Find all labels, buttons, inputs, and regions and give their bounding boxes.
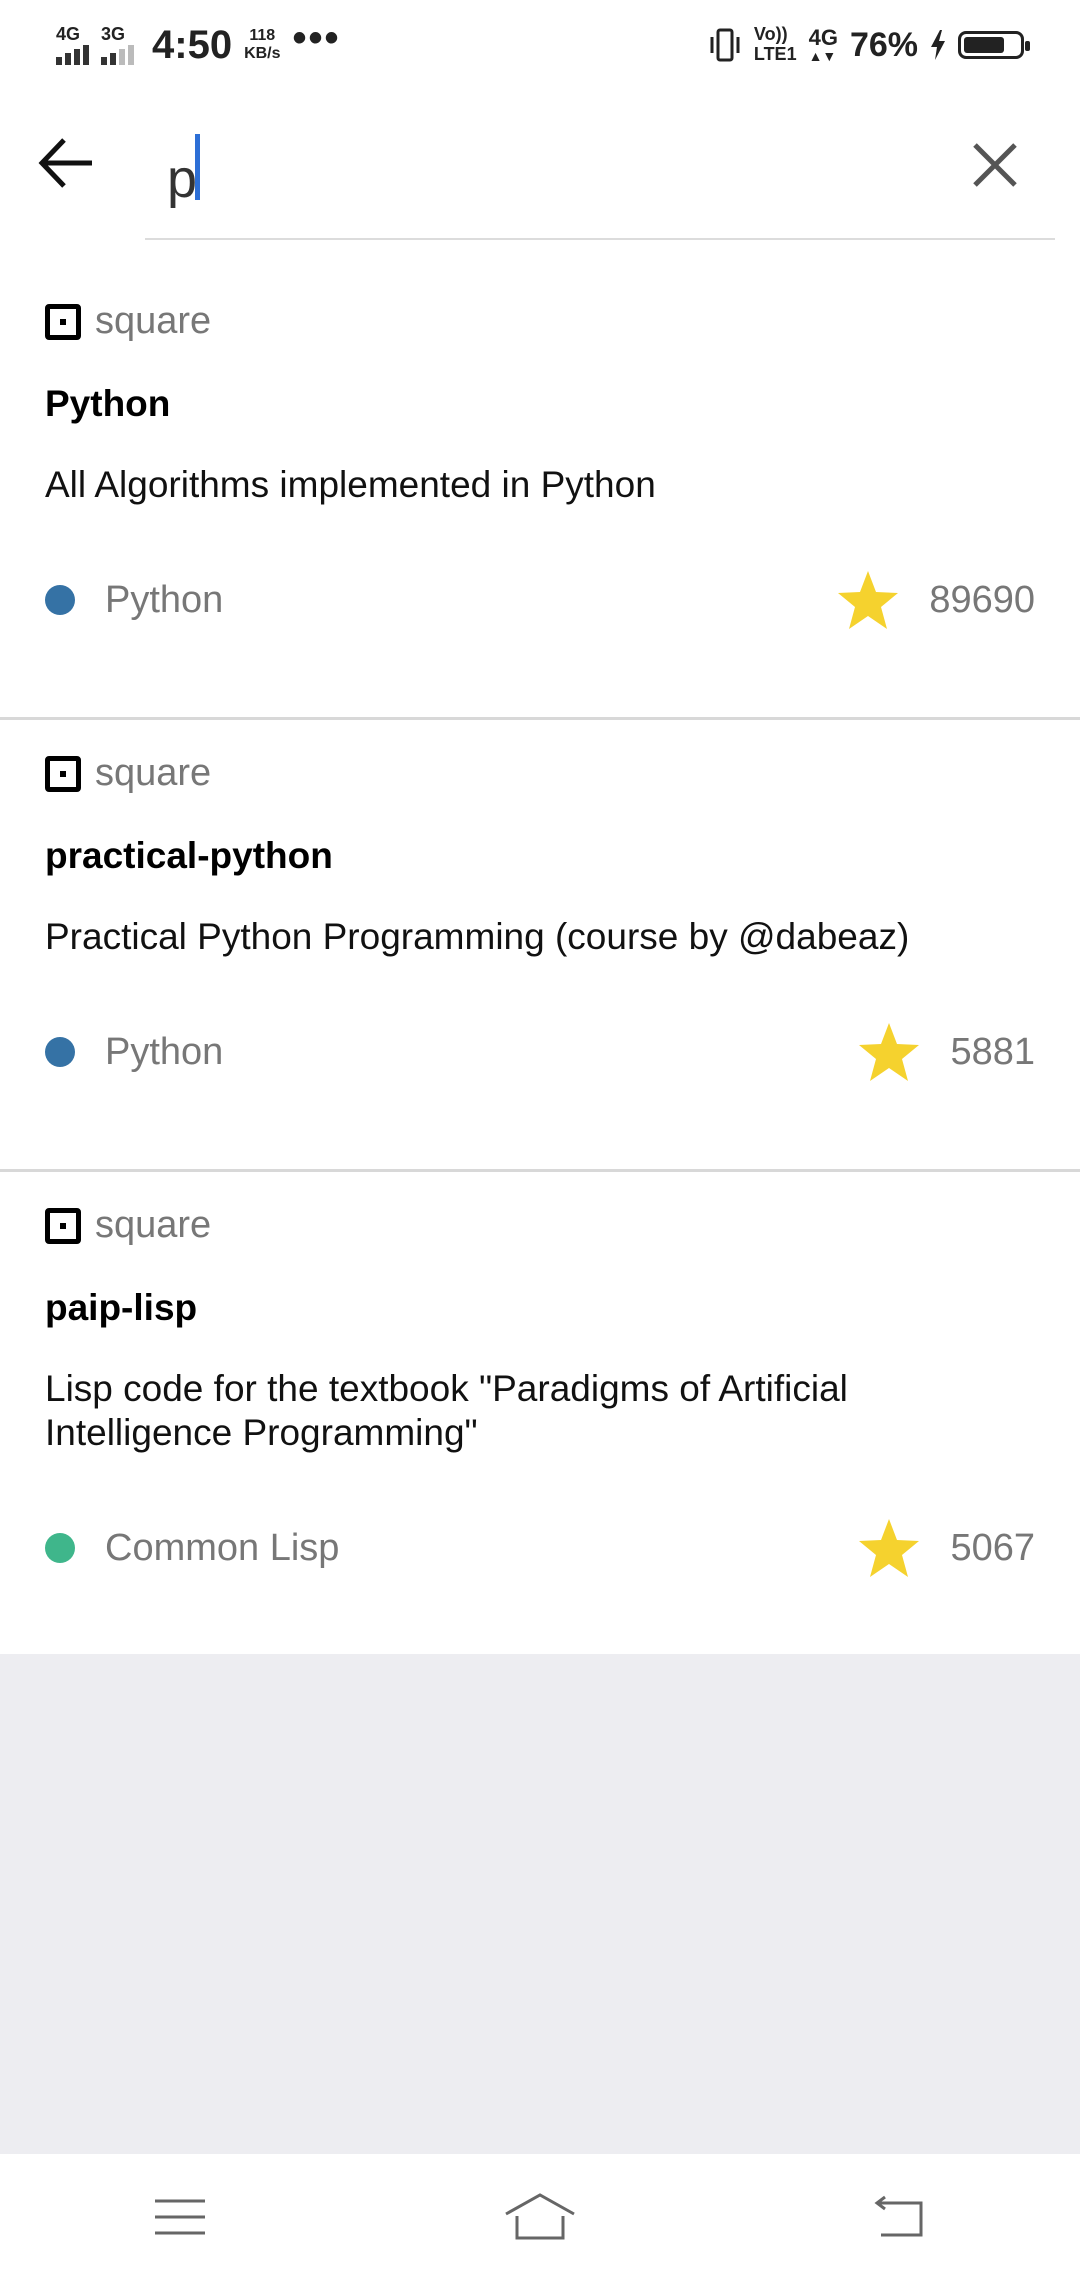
status-right: Vo)) LTE1 4G ▲▼ 76% [708,24,1030,65]
nav-back-button[interactable] [860,2187,940,2247]
signal-bars-icon [56,43,89,65]
home-icon [505,2193,575,2240]
battery-level [964,37,1004,53]
status-left: 4G 3G 4:50 118 KB/s ••• [56,16,341,68]
owner-name: square [95,752,212,794]
star-info: 5067 [858,1518,1035,1578]
clock: 4:50 [152,22,233,67]
status-bar: 4G 3G 4:50 118 KB/s ••• Vo)) LTE1 4G ▲▼ … [0,0,1080,90]
square-logo-icon [45,755,81,792]
speed-value: 118 [249,27,276,45]
language-name: Python [105,578,224,621]
language-name: Python [105,1030,224,1073]
search-bar [0,110,1080,240]
network-type-label: 3G [101,24,126,44]
close-icon[interactable] [970,140,1020,190]
repo-owner[interactable]: square [45,752,211,795]
star-info: 5881 [858,1022,1035,1082]
nav-home-button[interactable] [500,2187,580,2247]
network-type-label: 4G [808,25,838,50]
repo-card[interactable]: square paip-lisp Lisp code for the textb… [0,1172,1080,1668]
repo-card[interactable]: square Python All Algorithms implemented… [0,268,1080,720]
speed-unit: KB/s [244,45,281,62]
battery-icon [958,31,1030,59]
star-icon [838,571,899,629]
signal-4g: 4G [56,25,89,65]
square-logo-icon [45,303,81,340]
repo-name: Python [45,383,171,424]
repo-description: Lisp code for the textbook "Paradigms of… [45,1368,848,1453]
empty-area [0,1654,1080,2154]
arrow-left-icon[interactable] [32,128,102,198]
owner-name: square [95,1204,212,1246]
signal-4g-data: 4G ▲▼ [808,25,838,64]
repo-owner[interactable]: square [45,300,211,343]
volte-indicator: Vo)) LTE1 [753,24,797,65]
repo-meta: Common Lisp 5067 [45,1518,1035,1578]
signal-3g: 3G [101,25,134,65]
data-arrows-icon: ▲▼ [808,48,837,64]
repo-description: All Algorithms implemented in Python [45,464,656,505]
charging-icon [931,30,945,60]
repo-meta: Python 89690 [45,570,1035,630]
signal-bars-icon [101,43,134,65]
repo-meta: Python 5881 [45,1022,1035,1082]
square-logo-icon [45,1207,81,1244]
star-count: 89690 [929,578,1035,621]
repo-description: Practical Python Programming (course by … [45,916,910,957]
repo-name: paip-lisp [45,1287,198,1328]
language-name: Common Lisp [105,1526,340,1569]
results-list: square Python All Algorithms implemented… [0,268,1080,1668]
owner-name: square [95,300,212,342]
star-icon [859,1519,920,1577]
text-cursor [195,134,200,200]
star-icon [859,1023,920,1081]
network-speed: 118 KB/s [244,27,280,62]
star-info: 89690 [837,570,1035,630]
network-type-label: 4G [56,24,81,44]
repo-name: practical-python [45,835,333,876]
vibrate-icon [710,28,740,62]
system-nav-bar [0,2154,1080,2280]
language-color-dot [45,1037,75,1067]
lte-label: LTE1 [753,44,797,64]
back-icon [874,2195,923,2237]
star-count: 5067 [950,1526,1035,1569]
menu-icon [155,2199,205,2235]
star-count: 5881 [950,1030,1035,1073]
language-color-dot [45,1533,75,1563]
repo-owner[interactable]: square [45,1204,211,1247]
more-notifications-icon: ••• [292,15,341,60]
search-input[interactable] [145,110,1055,240]
repo-card[interactable]: square practical-python Practical Python… [0,720,1080,1172]
volte-label: Vo)) [753,24,788,45]
battery-percent: 76% [849,25,918,64]
nav-menu-button[interactable] [140,2187,220,2247]
language-color-dot [45,585,75,615]
